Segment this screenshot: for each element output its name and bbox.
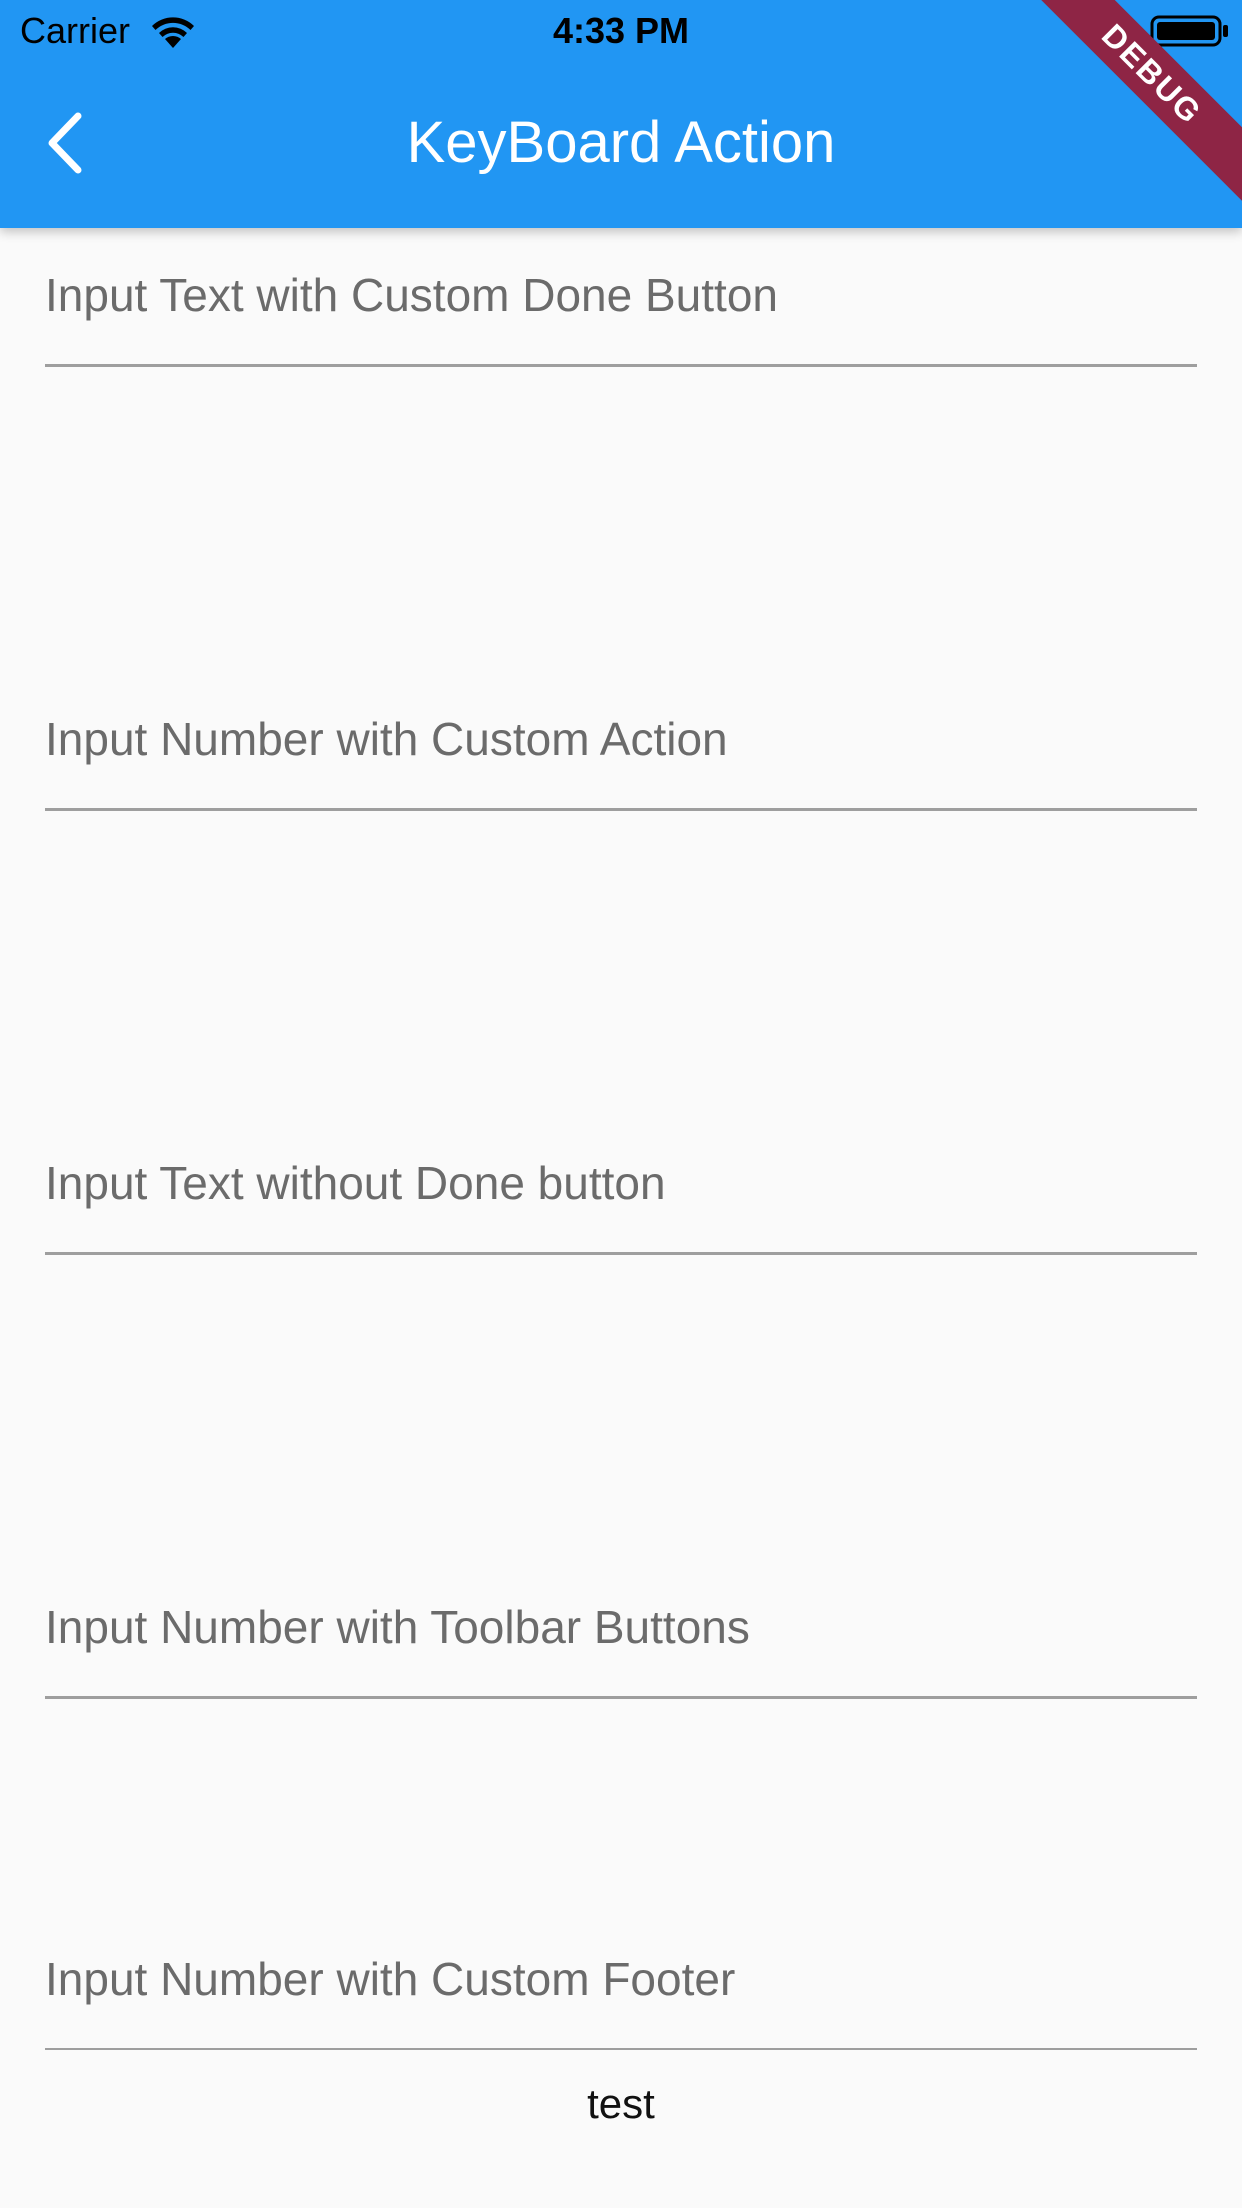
battery-full-icon — [1150, 15, 1228, 47]
number-field-custom-action[interactable]: Input Number with Custom Action — [45, 660, 1197, 811]
field-placeholder: Input Text with Custom Done Button — [45, 269, 778, 321]
field-placeholder: Input Number with Toolbar Buttons — [45, 1601, 750, 1653]
field-placeholder: Input Number with Custom Action — [45, 713, 728, 765]
field-placeholder: Input Number with Custom Footer — [45, 1953, 736, 2005]
custom-footer-text: test — [587, 2080, 655, 2127]
page-title: KeyBoard Action — [406, 110, 836, 175]
text-field-no-done[interactable]: Input Text without Done button — [45, 1104, 1197, 1255]
number-field-custom-footer[interactable]: Input Number with Custom Footer — [45, 1900, 1197, 2050]
text-field-custom-done[interactable]: Input Text with Custom Done Button — [45, 228, 1197, 367]
app-bar: Carrier 4:33 PM KeyBoard Action — [0, 0, 1242, 228]
status-time: 4:33 PM — [552, 10, 690, 51]
number-field-toolbar-buttons[interactable]: Input Number with Toolbar Buttons — [45, 1548, 1197, 1699]
field-placeholder: Input Text without Done button — [45, 1157, 666, 1209]
